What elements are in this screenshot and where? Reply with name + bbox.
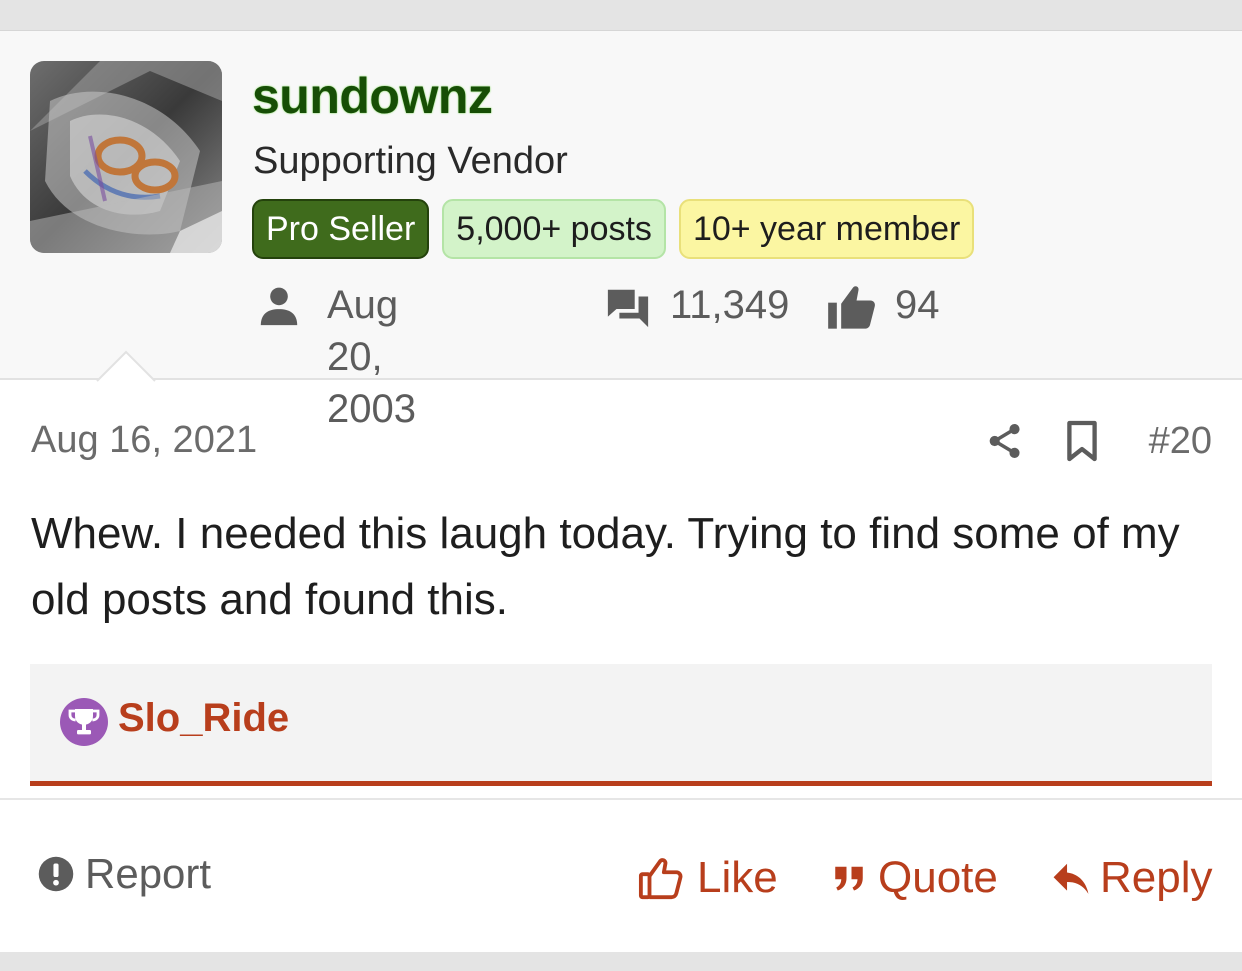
quote-label: Quote: [878, 853, 998, 902]
banner-member: 10+ year member: [678, 199, 975, 259]
reaction-score: 94: [895, 283, 940, 327]
like-label: Like: [697, 853, 778, 902]
avatar[interactable]: [30, 61, 222, 253]
reply-icon: [1053, 863, 1089, 894]
quote-icon: [835, 866, 863, 891]
bookmark-icon[interactable]: [1064, 419, 1100, 463]
thumbs-up-outline-icon: [638, 858, 683, 900]
post-footer: Report Like Quote Reply: [0, 798, 1242, 953]
post-date[interactable]: Aug 16, 2021: [31, 419, 257, 462]
like-button[interactable]: Like: [638, 852, 778, 908]
reply-button[interactable]: Reply: [1052, 852, 1213, 908]
comments-icon: [607, 289, 649, 328]
person-icon: [260, 287, 298, 326]
trophy-icon: [60, 698, 108, 746]
reactions-bar: Slo_Ride: [30, 664, 1212, 786]
quote-button[interactable]: Quote: [834, 852, 1000, 908]
banner-pro-seller: Pro Seller: [252, 199, 430, 259]
banner-posts: 5,000+ posts: [442, 199, 666, 259]
user-info-block: sundownz Supporting Vendor Pro Seller 5,…: [0, 31, 1242, 431]
report-label: Report: [85, 850, 212, 897]
share-icon[interactable]: [986, 421, 1024, 461]
thumbs-up-icon: [828, 286, 875, 329]
user-title: Supporting Vendor: [253, 140, 568, 182]
post-number[interactable]: #20: [1149, 417, 1212, 465]
user-block-arrow: [96, 350, 156, 382]
joined-date: Aug 20, 2003: [327, 283, 416, 431]
post-message: Whew. I needed this laugh today. Trying …: [31, 509, 1180, 624]
reply-label: Reply: [1100, 853, 1213, 902]
username[interactable]: sundownz: [252, 67, 493, 125]
exclamation-circle-icon: [38, 856, 74, 892]
message-count: 11,349: [670, 283, 790, 327]
post-card: sundownz Supporting Vendor Pro Seller 5,…: [0, 30, 1242, 952]
user-banners: Pro Seller 5,000+ posts 10+ year member: [252, 199, 987, 259]
reaction-user-link[interactable]: Slo_Ride: [118, 696, 289, 741]
